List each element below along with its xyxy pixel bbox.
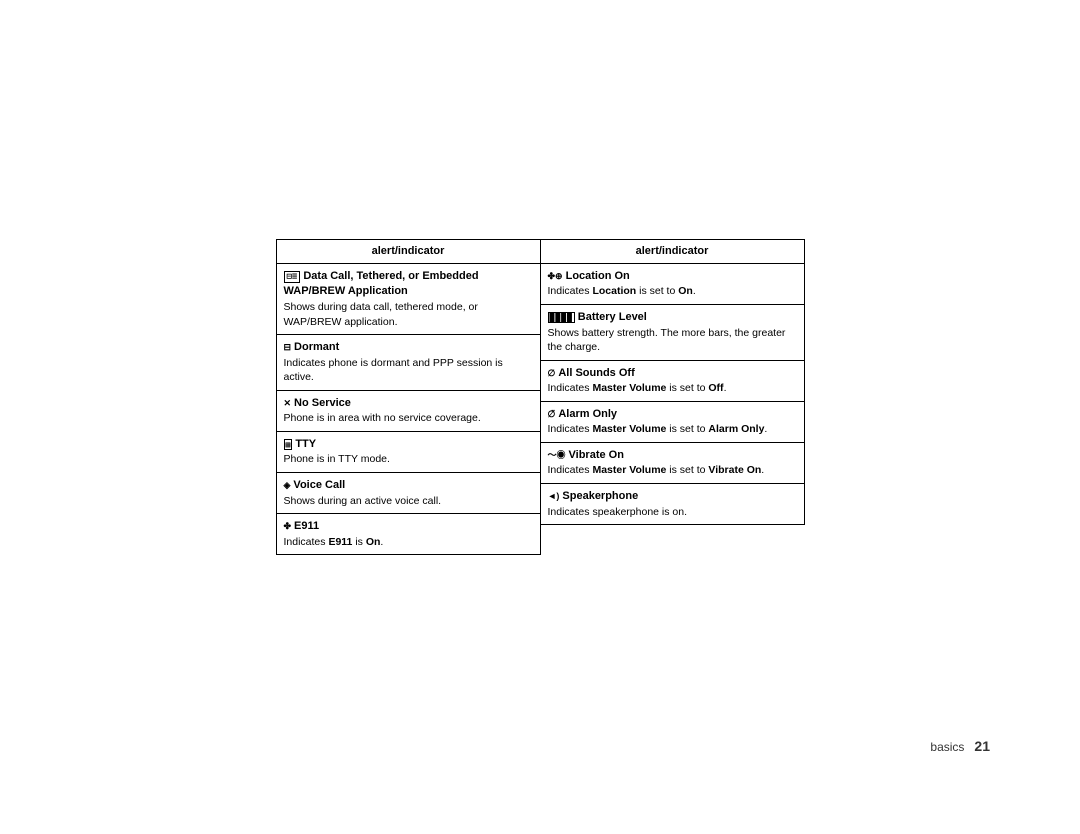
left-table-header-row: alert/indicator	[276, 239, 540, 263]
right-row-4-desc: Indicates Master Volume is set to Alarm …	[548, 422, 797, 437]
vibrate-on-icon: 〜◉	[548, 450, 566, 460]
right-row-1: ✤⊕Location On Indicates Location is set …	[540, 264, 804, 305]
table-row: ✤E911 Indicates E911 is On.	[276, 514, 540, 555]
page-container: alert/indicator ⊟≡Data Call, Tethered, o…	[0, 0, 1080, 834]
right-table-header-row: alert/indicator	[540, 239, 804, 263]
table-row: ⊟≡Data Call, Tethered, or Embedded WAP/B…	[276, 264, 540, 335]
battery-icon: ████	[548, 312, 575, 323]
table-row: ⊟Dormant Indicates phone is dormant and …	[276, 335, 540, 391]
right-row-3-title: ∅All Sounds Off	[548, 366, 797, 381]
table-row: ████Battery Level Shows battery strength…	[540, 305, 804, 361]
e911-icon: ✤	[284, 521, 292, 531]
right-row-3: ∅All Sounds Off Indicates Master Volume …	[540, 360, 804, 401]
left-table: alert/indicator ⊟≡Data Call, Tethered, o…	[276, 239, 541, 556]
table-row: ∅All Sounds Off Indicates Master Volume …	[540, 360, 804, 401]
tables-wrapper: alert/indicator ⊟≡Data Call, Tethered, o…	[276, 239, 805, 556]
row-4-desc: Phone is in TTY mode.	[284, 452, 533, 467]
no-service-icon: ✕	[284, 398, 292, 408]
right-row-2: ████Battery Level Shows battery strength…	[540, 305, 804, 361]
right-table-header: alert/indicator	[540, 239, 804, 263]
left-row-6: ✤E911 Indicates E911 is On.	[276, 514, 540, 555]
row-5-title: ◈Voice Call	[284, 478, 533, 493]
right-row-5: 〜◉Vibrate On Indicates Master Volume is …	[540, 443, 804, 484]
right-row-6-desc: Indicates speakerphone is on.	[548, 505, 797, 520]
row-2-desc: Indicates phone is dormant and PPP sessi…	[284, 356, 533, 385]
row-6-title: ✤E911	[284, 519, 533, 534]
right-row-5-title: 〜◉Vibrate On	[548, 448, 797, 463]
table-row: ∅̈Alarm Only Indicates Master Volume is …	[540, 402, 804, 443]
right-row-2-title: ████Battery Level	[548, 310, 797, 325]
table-row: ✕No Service Phone is in area with no ser…	[276, 391, 540, 432]
row-2-title: ⊟Dormant	[284, 340, 533, 355]
right-row-4-title: ∅̈Alarm Only	[548, 407, 797, 422]
footer-label: basics	[930, 740, 964, 754]
table-row: 〜◉Vibrate On Indicates Master Volume is …	[540, 443, 804, 484]
location-icon: ✤⊕	[548, 271, 563, 281]
speakerphone-icon: ◄)	[548, 491, 560, 501]
table-row: ▦TTY Phone is in TTY mode.	[276, 432, 540, 473]
left-row-3: ✕No Service Phone is in area with no ser…	[276, 391, 540, 432]
row-6-desc: Indicates E911 is On.	[284, 535, 533, 550]
page-number: 21	[974, 738, 990, 754]
right-row-6: ◄)Speakerphone Indicates speakerphone is…	[540, 484, 804, 525]
table-row: ◈Voice Call Shows during an active voice…	[276, 473, 540, 514]
voice-call-icon: ◈	[284, 480, 291, 490]
data-call-icon: ⊟≡	[284, 271, 301, 283]
row-4-title: ▦TTY	[284, 437, 533, 452]
row-3-desc: Phone is in area with no service coverag…	[284, 411, 533, 426]
right-row-3-desc: Indicates Master Volume is set to Off.	[548, 381, 797, 396]
right-row-1-title: ✤⊕Location On	[548, 269, 797, 284]
right-row-4: ∅̈Alarm Only Indicates Master Volume is …	[540, 402, 804, 443]
left-row-4: ▦TTY Phone is in TTY mode.	[276, 432, 540, 473]
row-3-title: ✕No Service	[284, 396, 533, 411]
footer: basics 21	[930, 738, 990, 754]
row-5-desc: Shows during an active voice call.	[284, 494, 533, 509]
right-row-2-desc: Shows battery strength. The more bars, t…	[548, 326, 797, 355]
right-row-5-desc: Indicates Master Volume is set to Vibrat…	[548, 463, 797, 478]
left-row-2: ⊟Dormant Indicates phone is dormant and …	[276, 335, 540, 391]
right-table: alert/indicator ✤⊕Location On Indicates …	[540, 239, 805, 526]
left-row-1: ⊟≡Data Call, Tethered, or Embedded WAP/B…	[276, 264, 540, 335]
dormant-icon: ⊟	[284, 342, 292, 352]
table-row: ◄)Speakerphone Indicates speakerphone is…	[540, 484, 804, 525]
right-row-6-title: ◄)Speakerphone	[548, 489, 797, 504]
row-1-desc: Shows during data call, tethered mode, o…	[284, 300, 533, 329]
row-1-title: ⊟≡Data Call, Tethered, or Embedded WAP/B…	[284, 269, 533, 300]
right-row-1-desc: Indicates Location is set to On.	[548, 284, 797, 299]
left-row-5: ◈Voice Call Shows during an active voice…	[276, 473, 540, 514]
alarm-only-icon: ∅̈	[548, 409, 556, 419]
left-table-header: alert/indicator	[276, 239, 540, 263]
table-row: ✤⊕Location On Indicates Location is set …	[540, 264, 804, 305]
all-sounds-off-icon: ∅	[548, 368, 556, 378]
tty-icon: ▦	[284, 439, 293, 450]
